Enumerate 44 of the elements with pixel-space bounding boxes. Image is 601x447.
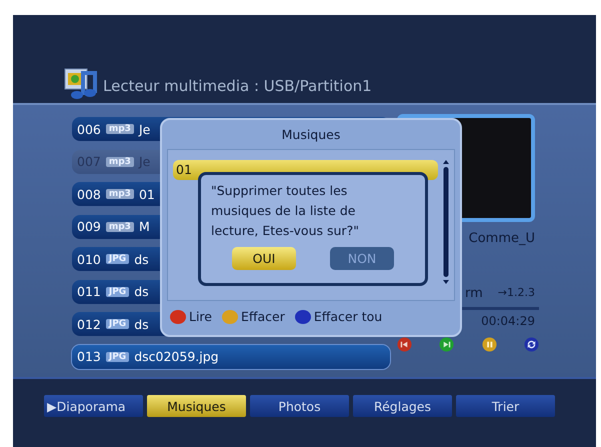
- next-icon[interactable]: [439, 337, 454, 352]
- file-type-badge: JPG: [106, 254, 130, 264]
- screen-title: Lecteur multimedia : USB/Partition1: [103, 77, 372, 97]
- file-number: 011: [77, 284, 101, 299]
- menu-tab[interactable]: Trier: [456, 395, 555, 417]
- file-row[interactable]: 013 JPG dsc02059.jpg: [72, 344, 390, 368]
- file-type-badge: mp3: [106, 222, 134, 232]
- file-number: 006: [77, 122, 101, 136]
- file-type-badge: JPG: [106, 352, 130, 362]
- menu-tab[interactable]: Photos: [250, 395, 349, 417]
- previous-icon[interactable]: [397, 337, 412, 352]
- color-key-label: Effacer: [241, 309, 285, 324]
- file-number: 012: [77, 316, 101, 332]
- file-name: Je: [138, 122, 150, 136]
- file-name: ds: [134, 284, 149, 299]
- scrollbar[interactable]: [442, 159, 450, 285]
- repeat-icon[interactable]: [524, 337, 539, 352]
- file-number: 008: [77, 186, 101, 202]
- menu-tab[interactable]: ▶Diaporama: [44, 395, 143, 417]
- file-name: 01: [138, 186, 155, 202]
- confirm-message: "Supprimer toutes les musiques de la liste de lecture, Etes-vous sur?": [211, 182, 360, 240]
- dialog-title: Musiques: [282, 127, 340, 144]
- file-name: ds: [134, 316, 149, 332]
- file-name: dsc02059.jpg: [134, 349, 219, 364]
- file-number: 010: [77, 252, 101, 266]
- file-type-badge: JPG: [106, 319, 130, 329]
- color-key-label: Lire: [189, 309, 212, 324]
- file-name: M: [138, 219, 150, 234]
- file-number: 013: [77, 349, 101, 364]
- track-caption: Comme_U: [468, 231, 535, 246]
- play-time: 00:04:29: [481, 314, 535, 328]
- file-name: ds: [134, 252, 149, 266]
- file-type-badge: mp3: [106, 156, 134, 166]
- menu-tab[interactable]: Musiques: [147, 395, 246, 417]
- file-type-badge: mp3: [106, 124, 134, 134]
- file-type-badge: mp3: [106, 189, 134, 199]
- track-title: rm: [465, 286, 483, 301]
- file-type-badge: JPG: [106, 286, 130, 296]
- play-order: →1.2.3: [498, 286, 535, 301]
- file-number: 009: [77, 219, 101, 234]
- menu-tab[interactable]: Réglages: [353, 395, 452, 417]
- dialog-button[interactable]: OUI: [232, 247, 296, 270]
- pause-icon[interactable]: [482, 337, 497, 352]
- color-key-label: Effacer tou: [314, 309, 382, 324]
